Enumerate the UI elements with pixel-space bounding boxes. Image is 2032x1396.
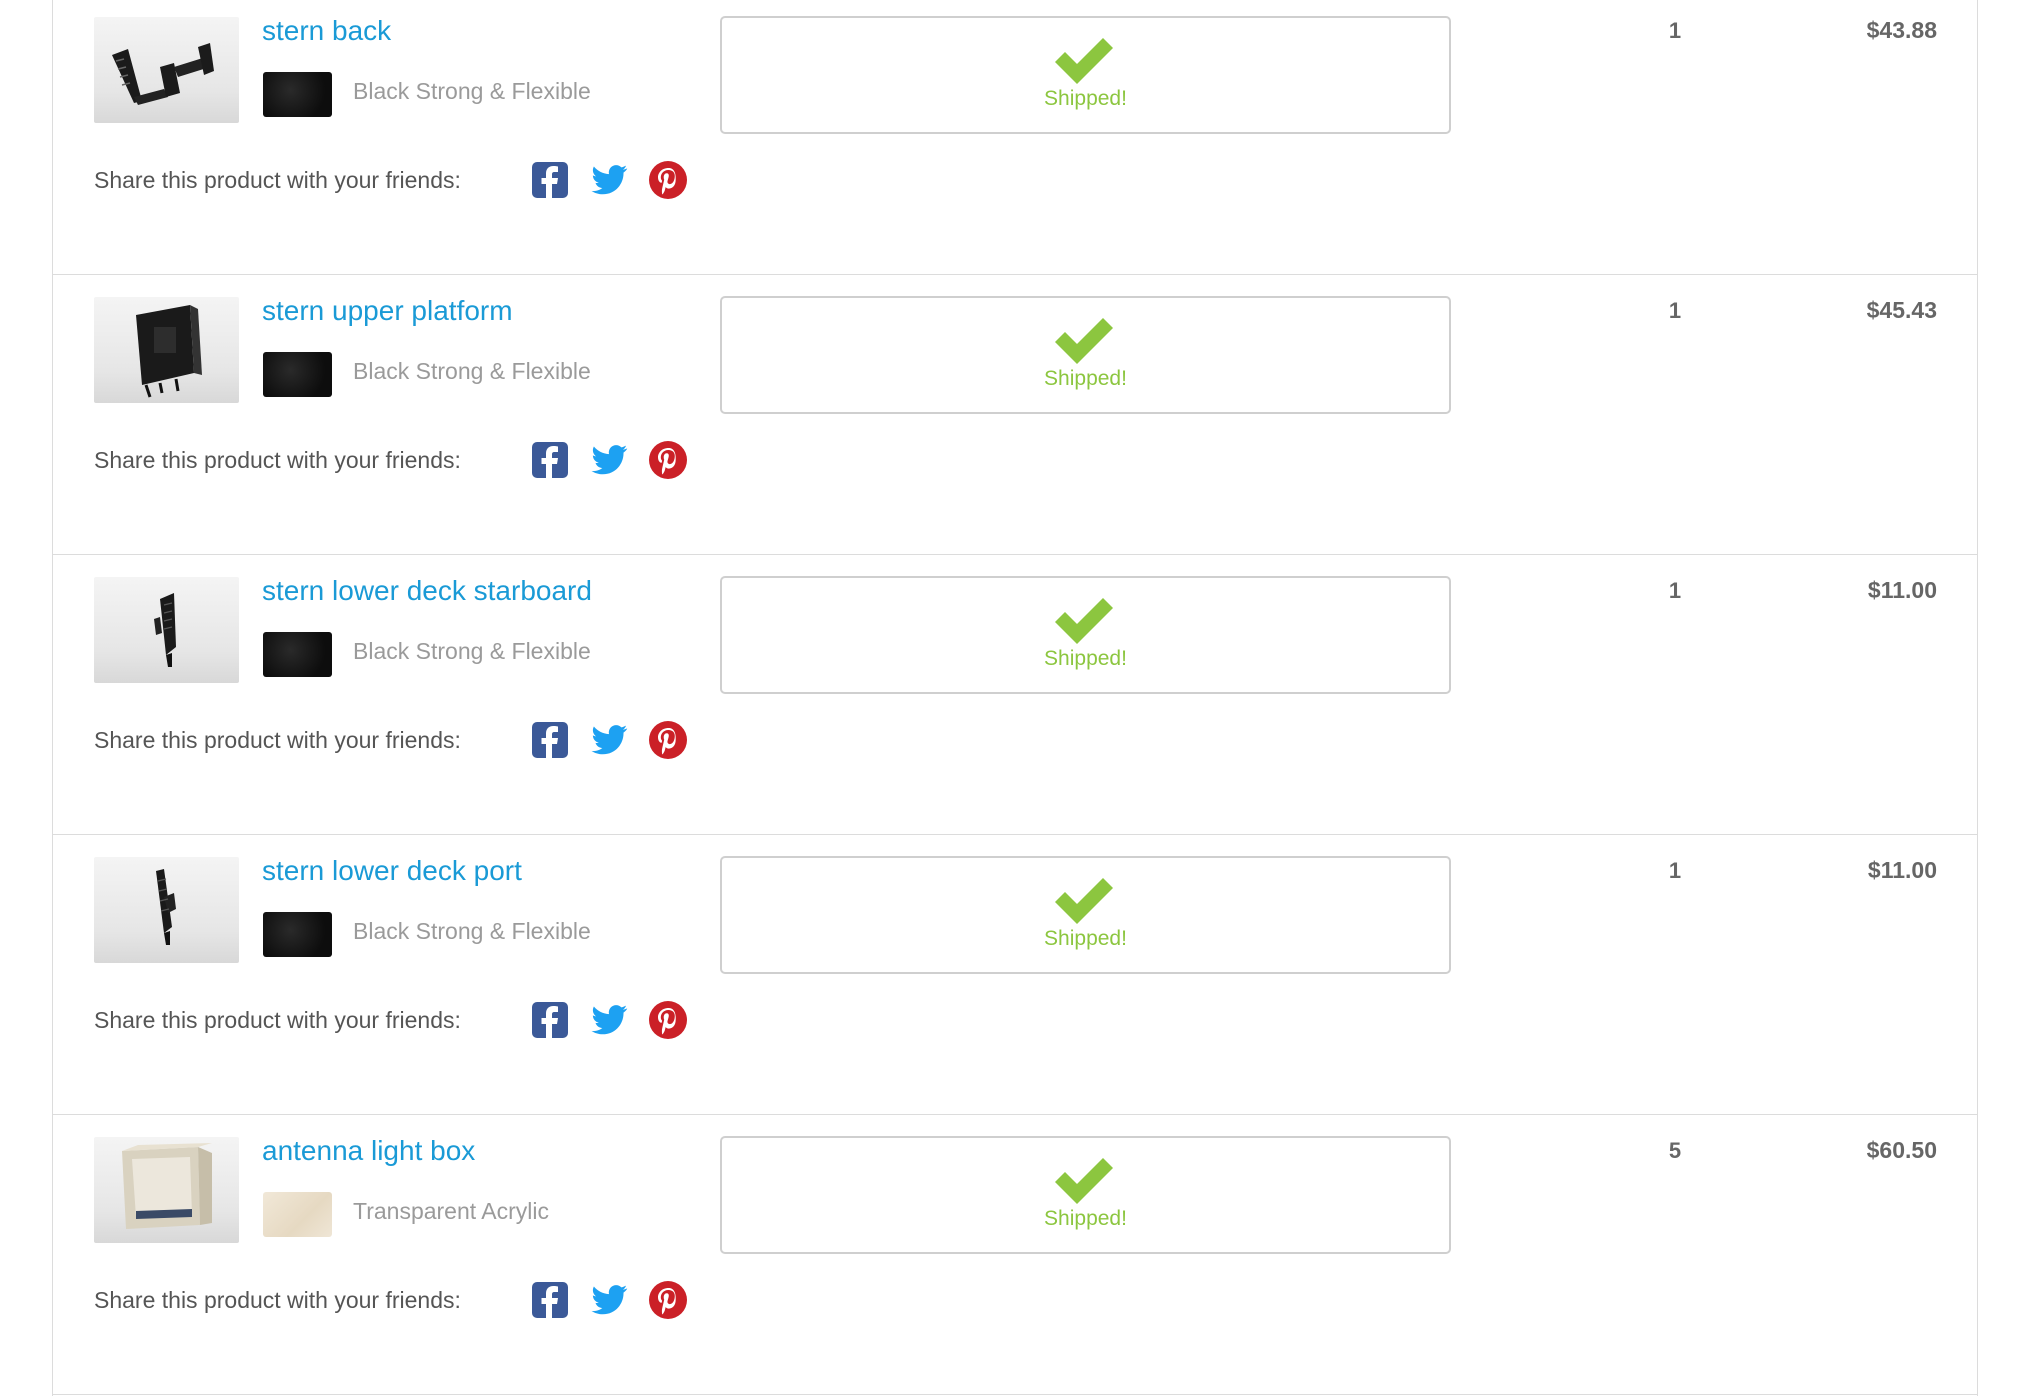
product-thumbnail[interactable]	[94, 17, 239, 123]
product-thumbnail[interactable]	[94, 857, 239, 963]
product-name-link[interactable]: stern lower deck starboard	[262, 575, 592, 607]
twitter-share-button[interactable]	[589, 1000, 629, 1040]
material-label: Black Strong & Flexible	[353, 358, 591, 384]
facebook-share-button[interactable]	[530, 160, 570, 200]
facebook-share-button[interactable]	[530, 1000, 570, 1040]
material-swatch	[263, 1192, 332, 1237]
shipping-status-box: Shipped!	[720, 296, 1451, 414]
facebook-icon	[532, 1282, 568, 1318]
order-item-row: stern back Black Strong & Flexible Shipp…	[53, 0, 1977, 275]
order-item-row: stern upper platform Black Strong & Flex…	[53, 276, 1977, 555]
twitter-share-button[interactable]	[589, 720, 629, 760]
share-label: Share this product with your friends:	[94, 1007, 461, 1033]
pinterest-share-button[interactable]	[648, 720, 688, 760]
quantity-value: 1	[1668, 18, 1682, 43]
pinterest-icon	[649, 161, 687, 199]
pinterest-share-button[interactable]	[648, 160, 688, 200]
pinterest-icon	[649, 721, 687, 759]
product-thumbnail[interactable]	[94, 297, 239, 403]
product-thumbnail[interactable]	[94, 1137, 239, 1243]
pinterest-icon	[649, 1001, 687, 1039]
stern-lower-deck-port-part-icon	[156, 869, 176, 945]
checkmark-icon	[1055, 318, 1113, 364]
checkmark-icon	[1055, 598, 1113, 644]
twitter-icon	[591, 165, 628, 195]
shipping-status-text: Shipped!	[1044, 647, 1127, 670]
twitter-share-button[interactable]	[589, 440, 629, 480]
material-swatch	[263, 632, 332, 677]
shipping-status-text: Shipped!	[1044, 927, 1127, 950]
facebook-icon	[532, 442, 568, 478]
product-name-link[interactable]: stern lower deck port	[262, 855, 522, 887]
twitter-icon	[591, 725, 628, 755]
pinterest-icon	[649, 1281, 687, 1319]
product-name-link[interactable]: stern upper platform	[262, 295, 513, 327]
shipping-status-box: Shipped!	[720, 856, 1451, 974]
pinterest-icon	[649, 441, 687, 479]
share-label: Share this product with your friends:	[94, 727, 461, 753]
twitter-icon	[591, 1005, 628, 1035]
price-value: $11.00	[1867, 577, 1937, 603]
facebook-share-button[interactable]	[530, 1280, 570, 1320]
material-label: Black Strong & Flexible	[353, 78, 591, 104]
stern-back-part-icon	[112, 43, 214, 105]
checkmark-icon	[1055, 1158, 1113, 1204]
material-label: Black Strong & Flexible	[353, 918, 591, 944]
material-swatch	[263, 72, 332, 117]
pinterest-share-button[interactable]	[648, 1280, 688, 1320]
material-swatch	[263, 352, 332, 397]
price-value: $45.43	[1866, 297, 1937, 323]
material-swatch	[263, 912, 332, 957]
quantity-value: 5	[1668, 1138, 1682, 1163]
order-item-row: antenna light box Transparent Acrylic Sh…	[53, 1116, 1977, 1395]
quantity-value: 1	[1668, 858, 1682, 883]
stern-upper-platform-part-icon	[136, 305, 202, 398]
checkmark-icon	[1055, 878, 1113, 924]
price-value: $60.50	[1866, 1137, 1937, 1163]
share-label: Share this product with your friends:	[94, 447, 461, 473]
product-name-link[interactable]: stern back	[262, 15, 391, 47]
twitter-icon	[591, 1285, 628, 1315]
twitter-share-button[interactable]	[589, 160, 629, 200]
price-value: $11.00	[1867, 857, 1937, 883]
facebook-icon	[532, 162, 568, 198]
share-label: Share this product with your friends:	[94, 1287, 461, 1313]
shipping-status-text: Shipped!	[1044, 367, 1127, 390]
pinterest-share-button[interactable]	[648, 440, 688, 480]
facebook-share-button[interactable]	[530, 440, 570, 480]
shipping-status-box: Shipped!	[720, 16, 1451, 134]
facebook-icon	[532, 722, 568, 758]
shipping-status-text: Shipped!	[1044, 1207, 1127, 1230]
twitter-share-button[interactable]	[589, 1280, 629, 1320]
order-item-row: stern lower deck starboard Black Strong …	[53, 556, 1977, 835]
shipping-status-text: Shipped!	[1044, 87, 1127, 110]
stern-lower-deck-starboard-part-icon	[154, 593, 176, 667]
quantity-value: 1	[1668, 298, 1682, 323]
pinterest-share-button[interactable]	[648, 1000, 688, 1040]
shipping-status-box: Shipped!	[720, 576, 1451, 694]
product-name-link[interactable]: antenna light box	[262, 1135, 475, 1167]
product-thumbnail[interactable]	[94, 577, 239, 683]
shipping-status-box: Shipped!	[720, 1136, 1451, 1254]
order-items-panel: stern back Black Strong & Flexible Shipp…	[52, 0, 1978, 1396]
material-label: Black Strong & Flexible	[353, 638, 591, 664]
price-value: $43.88	[1866, 17, 1937, 43]
twitter-icon	[591, 445, 628, 475]
facebook-share-button[interactable]	[530, 720, 570, 760]
share-label: Share this product with your friends:	[94, 167, 461, 193]
material-label: Transparent Acrylic	[353, 1198, 549, 1224]
antenna-light-box-part-icon	[122, 1143, 212, 1229]
facebook-icon	[532, 1002, 568, 1038]
quantity-value: 1	[1668, 578, 1682, 603]
order-item-row: stern lower deck port Black Strong & Fle…	[53, 836, 1977, 1115]
checkmark-icon	[1055, 38, 1113, 84]
